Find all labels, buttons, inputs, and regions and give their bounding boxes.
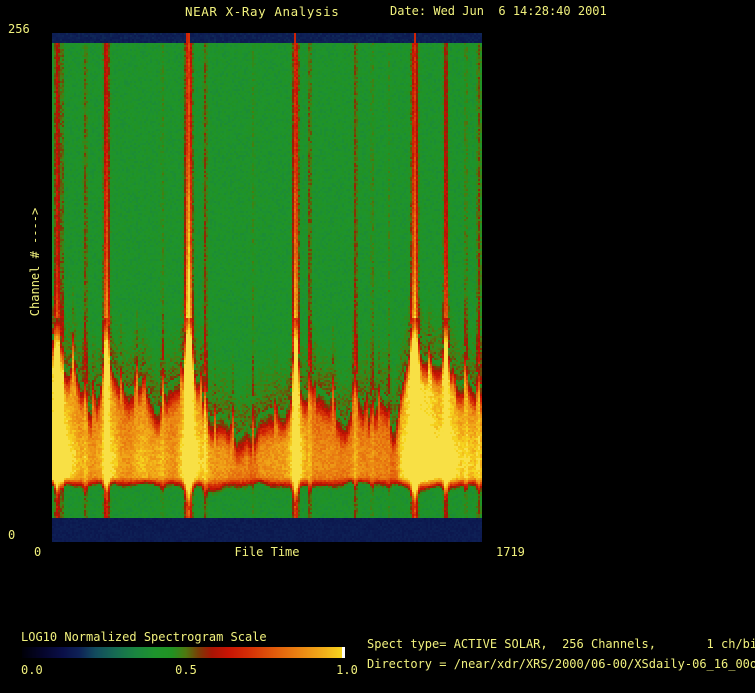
directory-info: Directory = /near/xdr/XRS/2000/06-00/XSd… [367,658,755,671]
colorbar-gradient [22,647,345,658]
x-axis-max-label: 1719 [496,546,525,559]
colorbar-tick-mid: 0.5 [175,664,197,677]
spectrogram-image [52,33,482,542]
near-xray-analysis-window: NEAR X-Ray Analysis Date: Wed Jun 6 14:2… [0,0,755,693]
date-label: Date: Wed Jun 6 14:28:40 2001 [390,5,607,18]
colorbar-tick-min: 0.0 [21,664,43,677]
y-axis-title: Channel # ----> [29,183,43,341]
y-axis-min-label: 0 [8,529,15,542]
spect-type-info: Spect type= ACTIVE SOLAR, 256 Channels, … [367,638,755,651]
page-title: NEAR X-Ray Analysis [185,5,339,18]
x-axis-min-label: 0 [34,546,41,559]
colorbar-tick-max: 1.0 [336,664,358,677]
y-axis-max-label: 256 [8,23,30,36]
colorbar-title: LOG10 Normalized Spectrogram Scale [21,631,267,644]
x-axis-title: File Time [234,546,299,559]
